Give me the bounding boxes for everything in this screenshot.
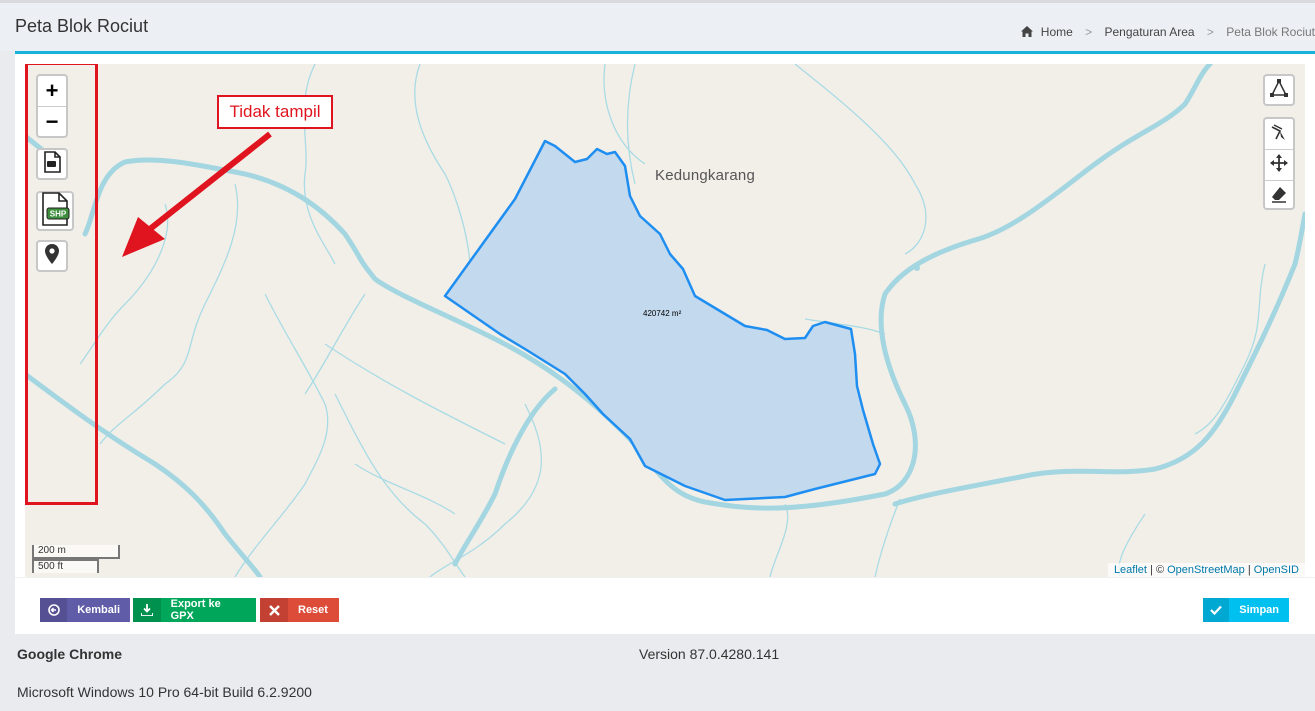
os-info: Microsoft Windows 10 Pro 64-bit Build 6.…: [17, 684, 312, 700]
edit-toolbar: [1263, 117, 1295, 210]
annotation-callout: Tidak tampil: [217, 95, 333, 129]
svg-text:SHP: SHP: [50, 209, 67, 218]
zoom-in-button[interactable]: +: [38, 76, 66, 106]
breadcrumb-section[interactable]: Pengaturan Area: [1105, 25, 1195, 39]
close-icon: [260, 598, 288, 622]
browser-name: Google Chrome: [17, 646, 123, 662]
cut-icon: [1270, 123, 1288, 146]
scale-metric: 200 m: [32, 545, 120, 559]
upload-shp-button[interactable]: SHP: [36, 191, 74, 231]
zoom-control: + −: [36, 74, 68, 138]
shp-file-icon: SHP: [39, 191, 71, 231]
content-header: Peta Blok Rociut Home > Pengaturan Area …: [0, 3, 1315, 51]
box-footer-divider: [15, 577, 1315, 578]
osm-link[interactable]: OpenStreetMap: [1167, 564, 1245, 576]
map-box: Kedungkarang 420742 m² + − SHP Tidak tam…: [15, 51, 1315, 637]
home-icon: [1020, 26, 1033, 40]
pdf-file-icon: [42, 150, 62, 178]
leaflet-link[interactable]: Leaflet: [1114, 564, 1147, 576]
breadcrumb-home[interactable]: Home: [1020, 25, 1076, 40]
download-icon: [133, 598, 161, 622]
breadcrumb-current: Peta Blok Rociut: [1226, 25, 1315, 39]
export-pdf-button[interactable]: [36, 148, 68, 180]
drag-polygon-button[interactable]: [1265, 150, 1293, 181]
map-scale: 200 m 500 ft: [32, 545, 120, 573]
browser-version: Version 87.0.4280.141: [639, 646, 780, 662]
area-measure-label: 420742 m²: [643, 309, 682, 318]
draw-polygon-button[interactable]: [1263, 74, 1295, 106]
page-title: Peta Blok Rociut: [15, 16, 149, 36]
map-attribution: Leaflet | © OpenStreetMap | OpenSID: [1107, 563, 1305, 577]
back-arrow-icon: [40, 598, 68, 622]
back-button[interactable]: Kembali: [40, 598, 130, 622]
annotation-arrow: [122, 131, 272, 257]
erase-polygon-button[interactable]: [1265, 181, 1293, 211]
export-gpx-button[interactable]: Export ke GPX: [133, 598, 256, 622]
move-icon: [1270, 153, 1288, 177]
map-canvas[interactable]: Kedungkarang 420742 m² + − SHP Tidak tam…: [25, 64, 1305, 577]
map-marker-icon: [45, 243, 59, 269]
breadcrumb-separator: >: [1085, 25, 1093, 39]
opensid-link[interactable]: OpenSID: [1254, 564, 1299, 576]
save-button[interactable]: Simpan: [1203, 598, 1289, 622]
eraser-icon: [1270, 185, 1288, 208]
zoom-out-button[interactable]: −: [38, 106, 66, 137]
breadcrumb: Home > Pengaturan Area > Peta Blok Rociu…: [1020, 25, 1315, 40]
reset-button[interactable]: Reset: [260, 598, 339, 622]
place-label: Kedungkarang: [655, 167, 755, 184]
check-icon: [1203, 598, 1230, 622]
cut-polygon-button[interactable]: [1265, 119, 1293, 150]
system-info-panel: Google Chrome Version 87.0.4280.141 Micr…: [0, 634, 1315, 711]
breadcrumb-separator: >: [1206, 25, 1214, 39]
draw-polygon-icon: [1269, 78, 1289, 103]
locate-marker-button[interactable]: [36, 240, 68, 272]
scale-imperial: 500 ft: [32, 559, 99, 573]
